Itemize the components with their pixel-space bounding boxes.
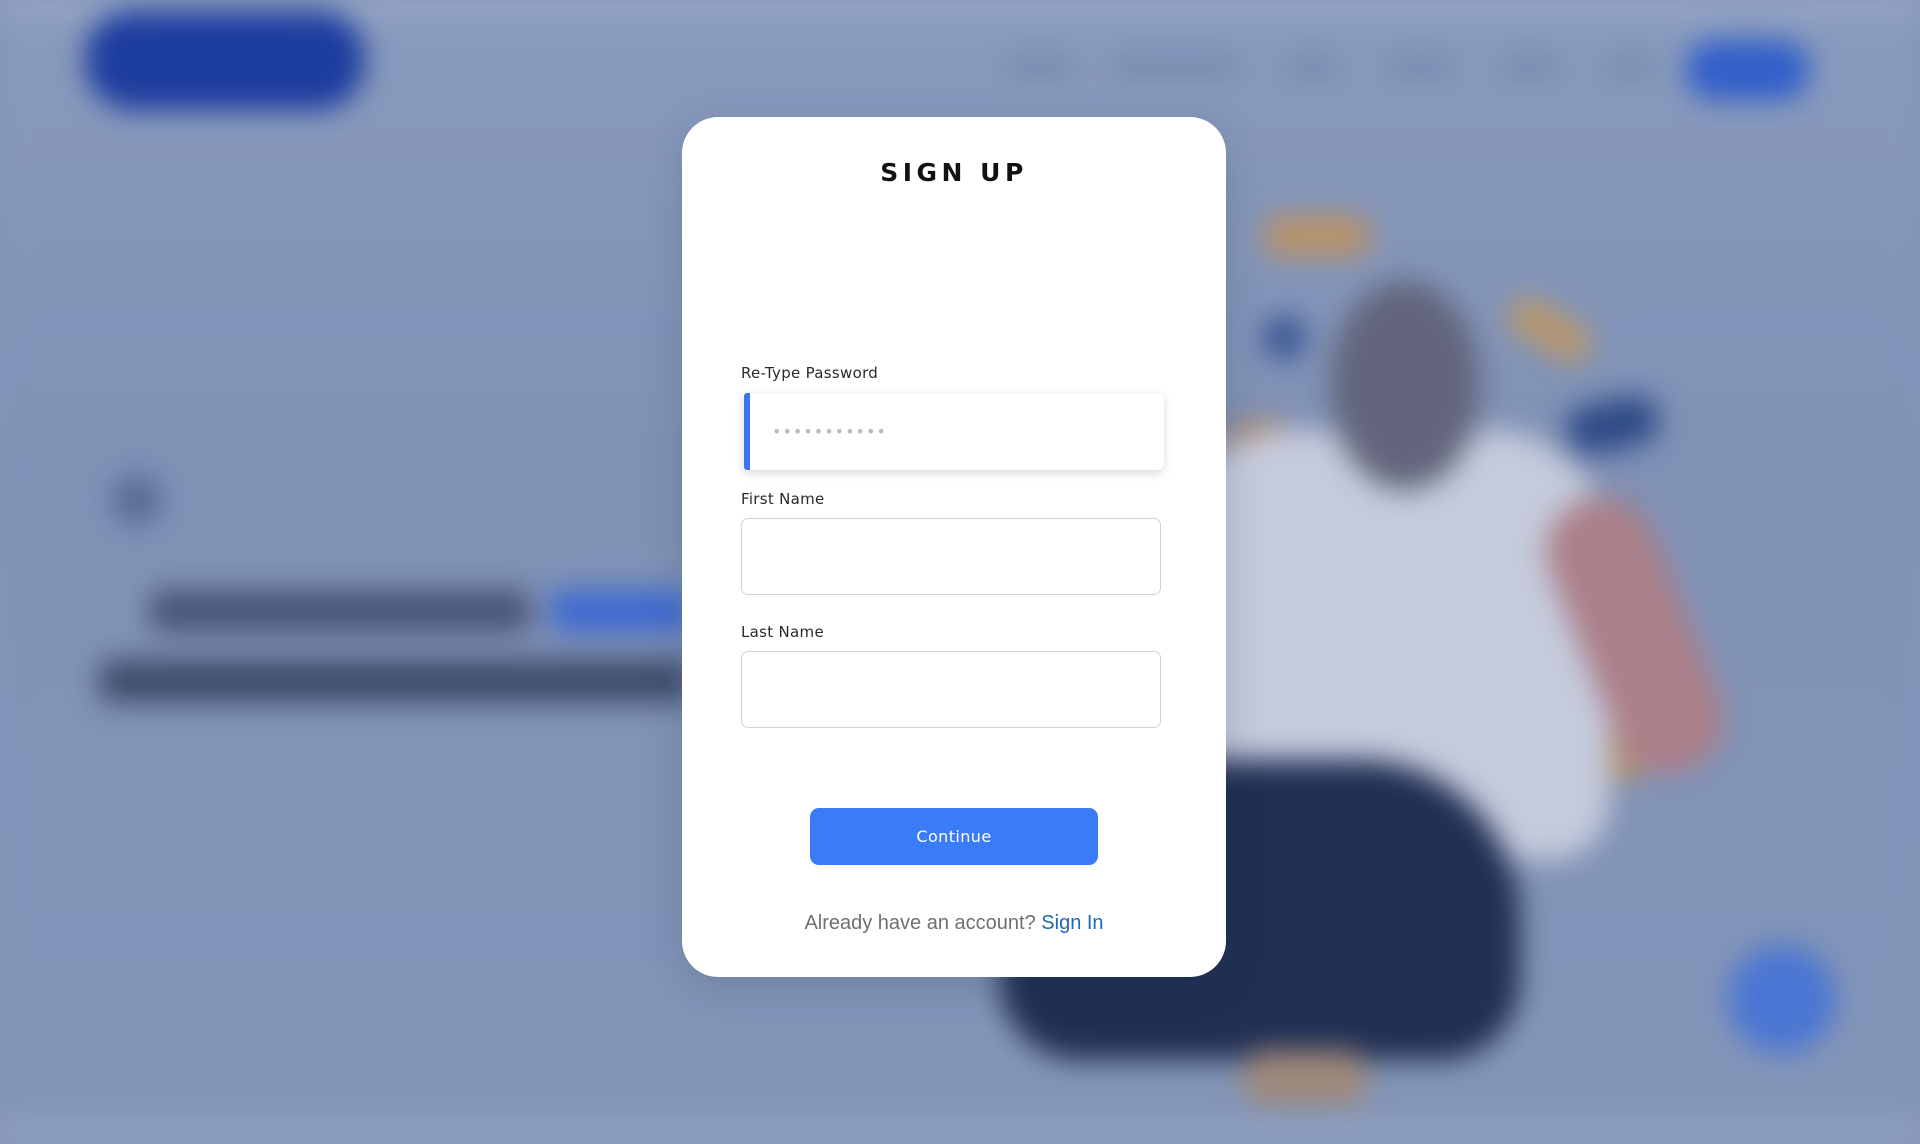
signin-prompt-line: Already have an account? Sign In bbox=[682, 912, 1226, 935]
last-name-label: Last Name bbox=[741, 623, 824, 641]
first-name-input[interactable] bbox=[741, 518, 1161, 595]
signup-title: SIGN UP bbox=[880, 158, 1028, 187]
signin-prompt-text: Already have an account? bbox=[804, 912, 1036, 934]
continue-button[interactable]: Continue bbox=[810, 808, 1098, 865]
first-name-label: First Name bbox=[741, 490, 825, 508]
retype-password-input[interactable] bbox=[744, 393, 1164, 470]
last-name-input[interactable] bbox=[741, 651, 1161, 728]
signin-link[interactable]: Sign In bbox=[1041, 912, 1103, 934]
retype-password-label: Re-Type Password bbox=[741, 364, 879, 382]
